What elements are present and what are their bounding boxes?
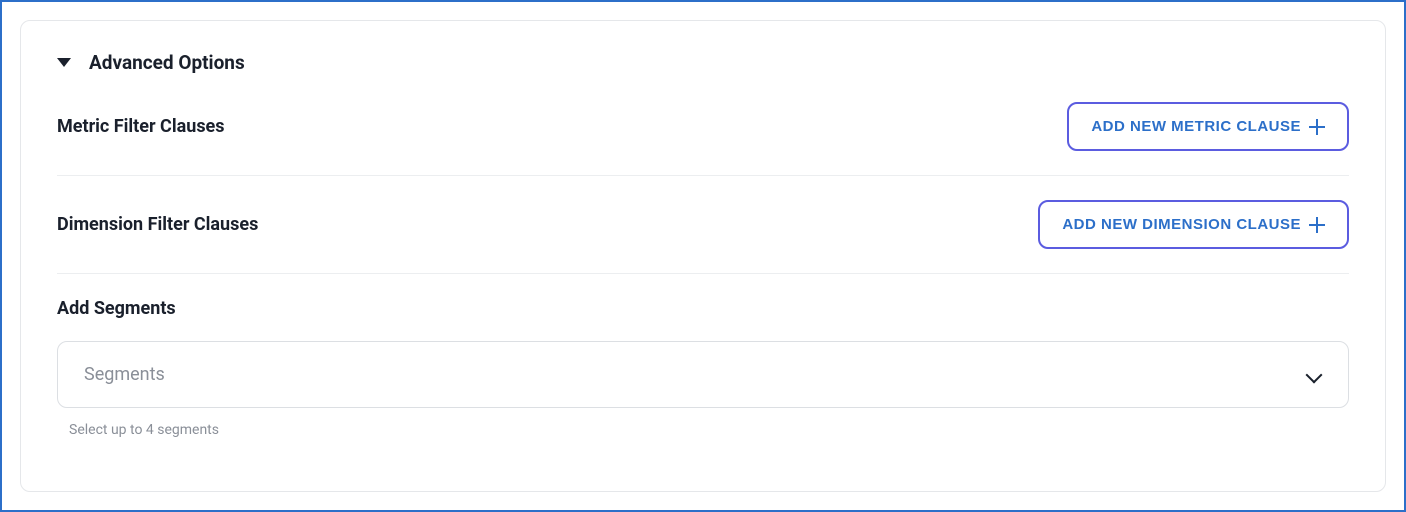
plus-icon [1309,217,1325,233]
metric-filter-label: Metric Filter Clauses [57,116,225,137]
section-title: Advanced Options [89,51,245,74]
segments-helper-text: Select up to 4 segments [69,422,1349,438]
plus-icon [1309,119,1325,135]
collapse-caret-icon[interactable] [57,58,71,67]
segments-placeholder: Segments [84,364,165,385]
chevron-down-icon [1306,367,1322,383]
add-metric-clause-label: ADD NEW METRIC CLAUSE [1091,118,1301,135]
add-segments-label: Add Segments [57,298,1349,319]
add-dimension-clause-button[interactable]: ADD NEW DIMENSION CLAUSE [1038,200,1349,249]
section-header: Advanced Options [57,51,1349,74]
metric-filter-row: Metric Filter Clauses ADD NEW METRIC CLA… [57,102,1349,176]
segments-select[interactable]: Segments [57,341,1349,408]
add-metric-clause-button[interactable]: ADD NEW METRIC CLAUSE [1067,102,1349,151]
advanced-options-panel: Advanced Options Metric Filter Clauses A… [20,20,1386,492]
add-dimension-clause-label: ADD NEW DIMENSION CLAUSE [1062,216,1301,233]
dimension-filter-row: Dimension Filter Clauses ADD NEW DIMENSI… [57,200,1349,274]
outer-frame: Advanced Options Metric Filter Clauses A… [0,0,1406,512]
dimension-filter-label: Dimension Filter Clauses [57,214,258,235]
